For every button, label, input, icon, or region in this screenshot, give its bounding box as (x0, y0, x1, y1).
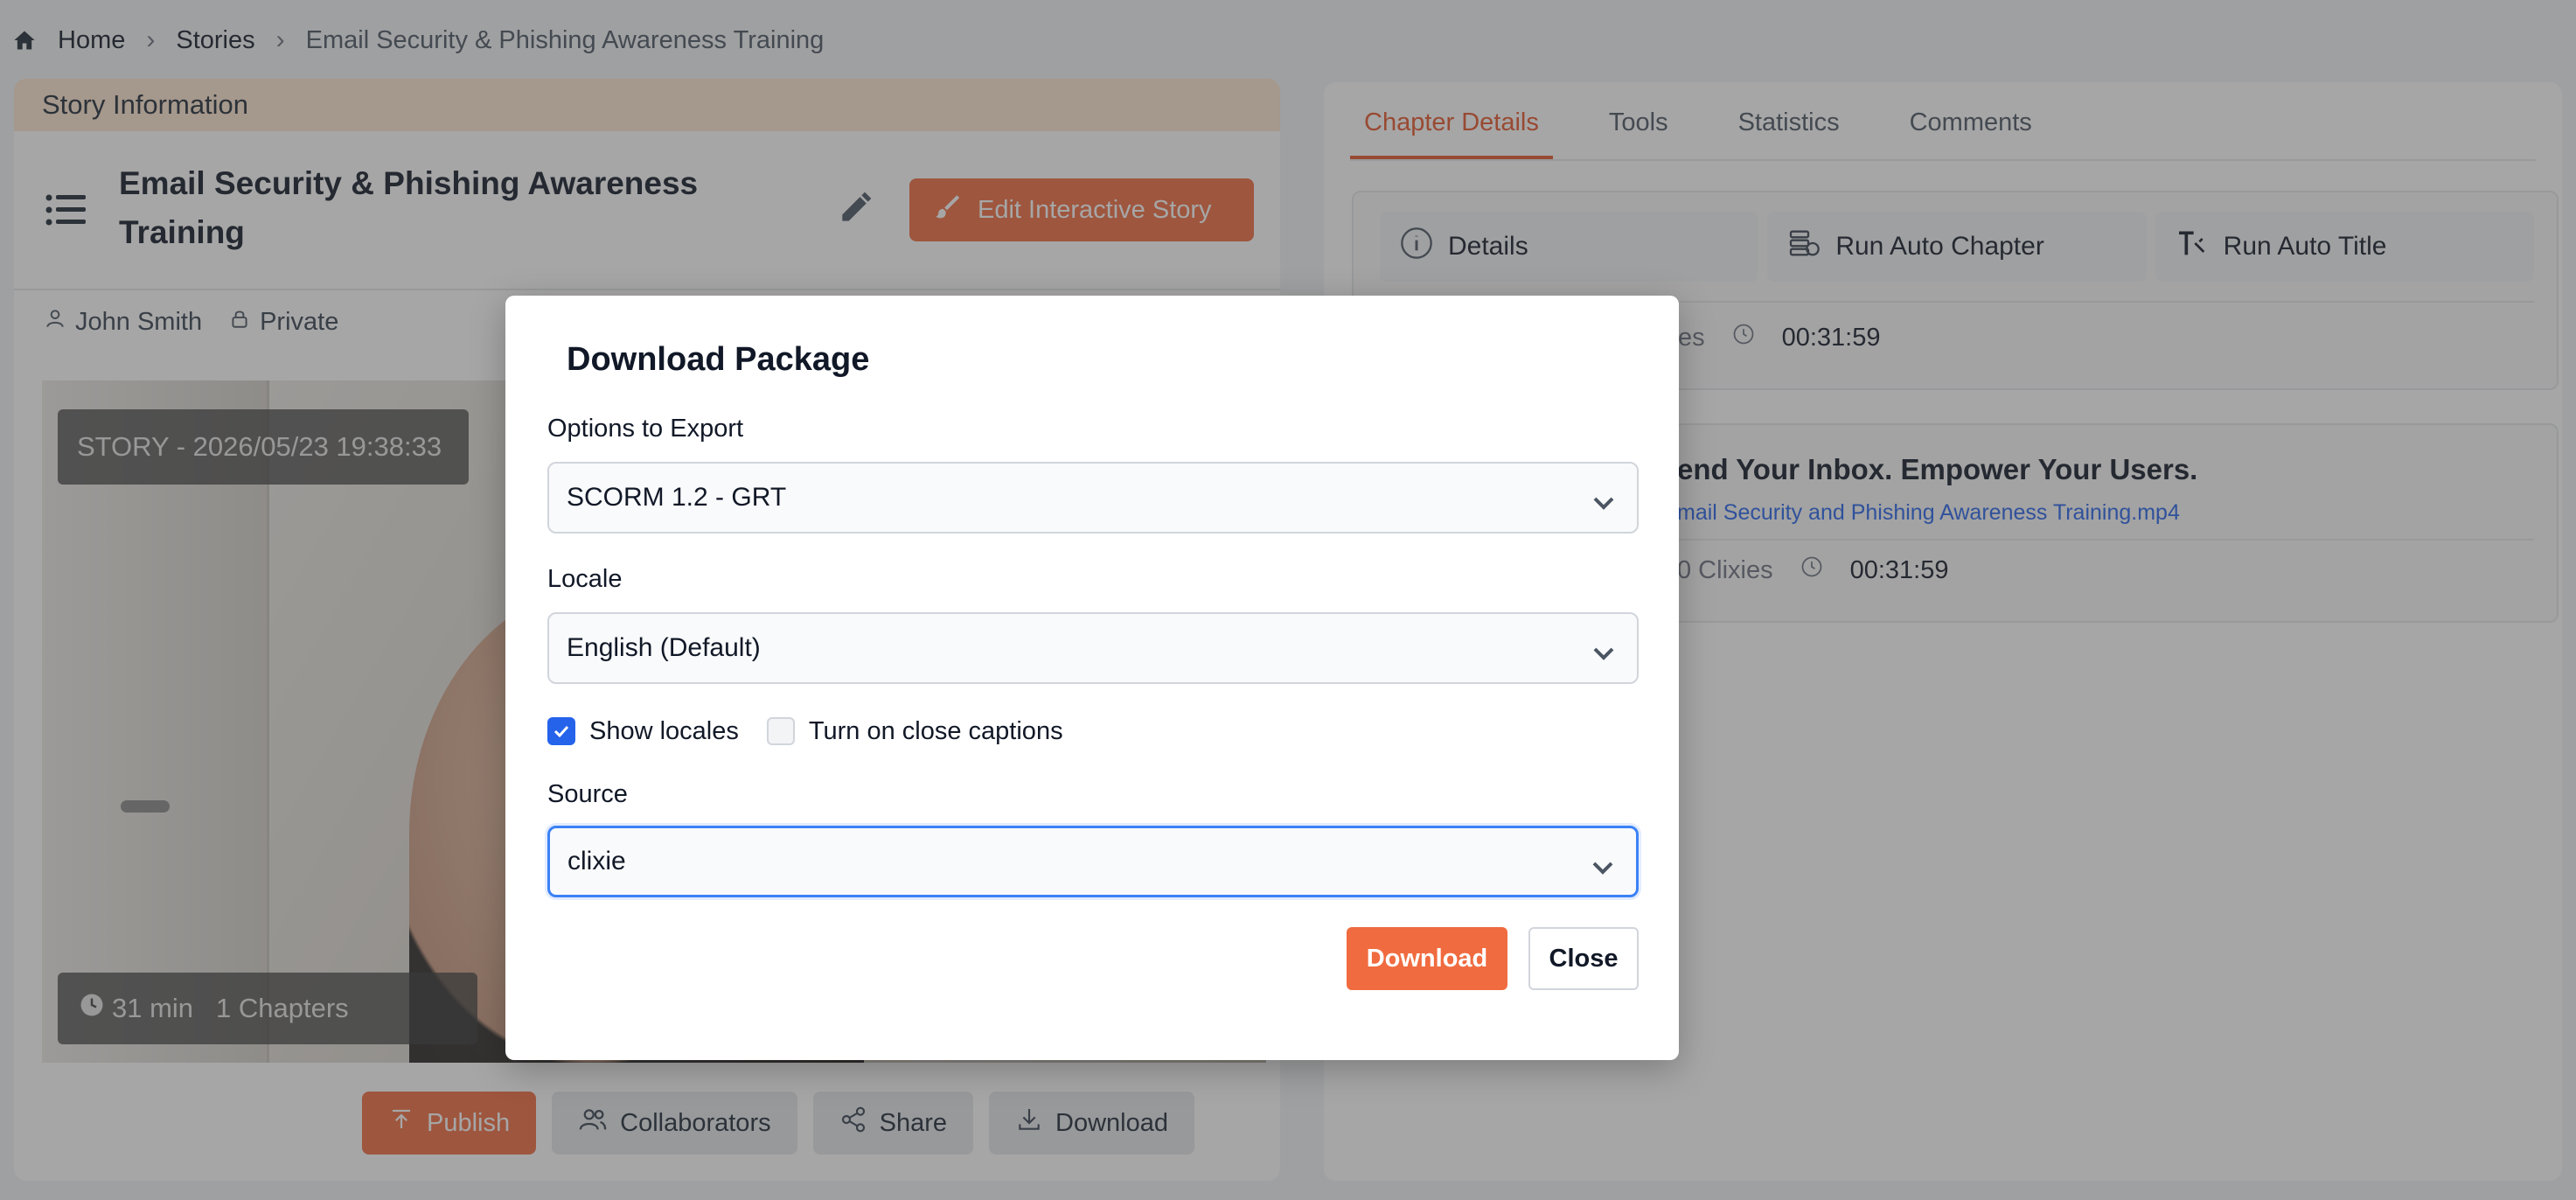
modal-actions: Download Close (1347, 927, 1639, 990)
options-to-export-select[interactable]: SCORM 1.2 - GRT (547, 462, 1639, 534)
download-package-modal: Download Package Options to Export SCORM… (505, 296, 1679, 1060)
modal-close-button[interactable]: Close (1528, 927, 1639, 990)
locale-label: Locale (547, 565, 623, 593)
checkbox-checked-icon[interactable] (547, 717, 575, 745)
chevron-down-icon (1591, 490, 1616, 510)
options-to-export-value: SCORM 1.2 - GRT (567, 483, 787, 512)
page: Home › Stories › Email Security & Phishi… (0, 0, 2576, 1200)
modal-download-button[interactable]: Download (1347, 927, 1507, 990)
show-locales-checkbox[interactable]: Show locales (547, 717, 739, 746)
source-select[interactable]: clixie (547, 826, 1639, 897)
checkbox-unchecked-icon[interactable] (766, 717, 795, 745)
locale-select[interactable]: English (Default) (547, 612, 1639, 684)
locale-value: English (Default) (567, 633, 761, 662)
modal-title: Download Package (567, 341, 870, 378)
close-captions-label: Turn on close captions (808, 716, 1063, 745)
show-locales-label: Show locales (589, 716, 739, 745)
source-label: Source (547, 780, 628, 808)
chevron-down-icon (1591, 855, 1615, 875)
options-to-export-label: Options to Export (547, 415, 744, 443)
close-captions-checkbox[interactable]: Turn on close captions (766, 716, 1063, 746)
chevron-down-icon (1591, 640, 1616, 660)
modal-checkboxes: Show locales Turn on close captions (547, 714, 1063, 749)
source-value: clixie (567, 847, 626, 876)
